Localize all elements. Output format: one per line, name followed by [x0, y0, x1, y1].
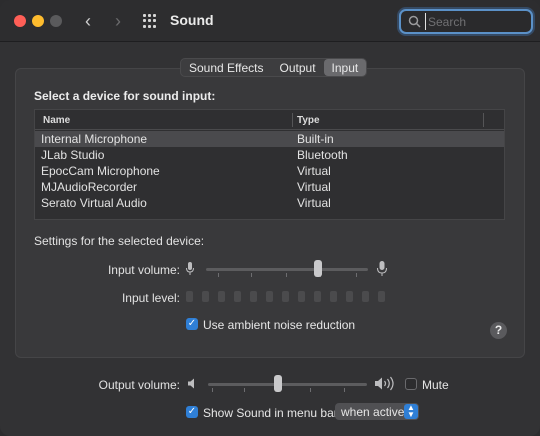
table-row[interactable]: Serato Virtual Audio Virtual	[35, 195, 504, 211]
input-volume-slider[interactable]	[206, 258, 368, 280]
speaker-high-icon	[375, 376, 394, 391]
output-volume-label: Output volume:	[98, 378, 180, 392]
close-window-button[interactable]	[14, 15, 26, 27]
device-name: MJAudioRecorder	[41, 180, 138, 194]
device-name: Serato Virtual Audio	[41, 196, 147, 210]
output-volume-slider[interactable]	[208, 373, 367, 395]
menubar-visibility-value: when active	[341, 405, 405, 419]
show-all-grid-icon[interactable]	[143, 14, 157, 28]
window-title: Sound	[170, 12, 214, 28]
menubar-visibility-popup[interactable]: when active ▲ ▼	[335, 403, 419, 420]
table-row[interactable]: JLab Studio Bluetooth	[35, 147, 504, 163]
input-level-meter	[186, 291, 388, 304]
device-name: JLab Studio	[41, 148, 105, 162]
tab-sound-effects[interactable]: Sound Effects	[181, 59, 272, 76]
device-name: Internal Microphone	[41, 132, 148, 146]
forward-chevron-icon[interactable]: ›	[108, 9, 128, 33]
back-chevron-icon[interactable]: ‹	[78, 9, 98, 33]
device-name: EpocCam Microphone	[41, 164, 160, 178]
input-volume-knob[interactable]	[314, 260, 322, 277]
output-volume-knob[interactable]	[274, 375, 282, 392]
show-sound-menubar-label: Show Sound in menu bar	[203, 406, 338, 420]
mute-checkbox[interactable]	[405, 378, 417, 390]
table-row[interactable]: EpocCam Microphone Virtual	[35, 163, 504, 179]
sound-preferences-window: ‹ › Sound Sound Effects Output Input Sel…	[0, 0, 540, 436]
input-level-label: Input level:	[121, 291, 180, 305]
minimize-window-button[interactable]	[32, 15, 44, 27]
device-type: Bluetooth	[297, 148, 348, 162]
input-device-table[interactable]: Name Type Internal Microphone Built-in J…	[34, 109, 505, 220]
show-sound-menubar-checkbox[interactable]: ✓	[186, 406, 198, 418]
device-section-title: Select a device for sound input:	[34, 89, 216, 103]
ambient-noise-checkbox[interactable]: ✓	[186, 318, 198, 330]
tab-bar: Sound Effects Output Input	[180, 58, 368, 77]
tab-output[interactable]: Output	[272, 59, 324, 76]
device-type: Virtual	[297, 164, 331, 178]
device-type: Virtual	[297, 196, 331, 210]
help-button[interactable]: ?	[490, 322, 507, 339]
titlebar: ‹ › Sound	[0, 0, 540, 42]
table-row[interactable]: MJAudioRecorder Virtual	[35, 179, 504, 195]
search-field[interactable]	[399, 9, 533, 34]
search-input[interactable]	[425, 13, 525, 30]
ambient-noise-label: Use ambient noise reduction	[203, 318, 356, 332]
chevron-updown-icon: ▲ ▼	[404, 404, 418, 419]
table-row[interactable]: Internal Microphone Built-in	[35, 131, 504, 147]
mute-label: Mute	[422, 378, 449, 392]
zoom-window-button[interactable]	[50, 15, 62, 27]
speaker-low-icon	[188, 378, 194, 389]
search-icon	[408, 15, 421, 28]
column-header-name[interactable]: Name	[43, 115, 70, 126]
input-volume-label: Input volume:	[107, 263, 180, 277]
table-header: Name Type	[35, 110, 504, 130]
device-type: Virtual	[297, 180, 331, 194]
microphone-low-icon	[186, 262, 194, 275]
column-header-type[interactable]: Type	[297, 115, 320, 126]
tab-input[interactable]: Input	[323, 59, 367, 76]
microphone-high-icon	[377, 261, 387, 276]
settings-subheading: Settings for the selected device:	[34, 234, 205, 248]
device-type: Built-in	[297, 132, 334, 146]
